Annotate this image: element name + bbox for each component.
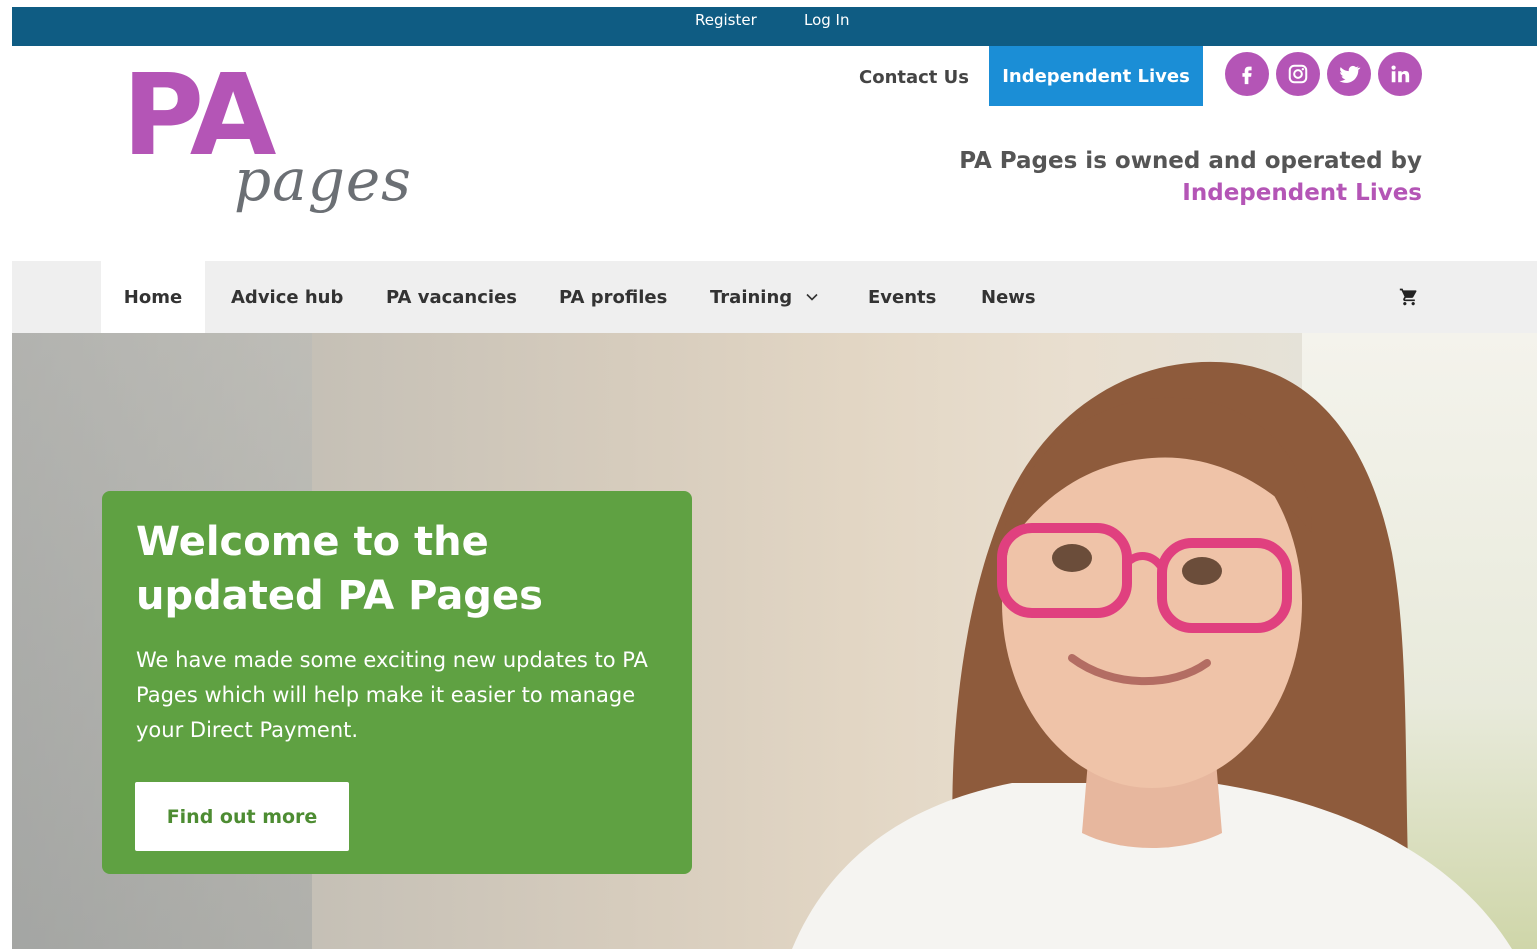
login-link[interactable]: Log In xyxy=(804,11,850,29)
hero-title: Welcome to the updated PA Pages xyxy=(136,519,543,619)
nav-item-news[interactable]: News xyxy=(981,261,1036,333)
top-bar: Register Log In xyxy=(12,7,1537,46)
nav-item-pa-vacancies[interactable]: PA vacancies xyxy=(386,261,517,333)
linkedin-icon[interactable] xyxy=(1378,52,1422,96)
register-link[interactable]: Register xyxy=(695,11,757,29)
nav-item-pa-profiles[interactable]: PA profiles xyxy=(559,261,667,333)
nav-item-home[interactable]: Home xyxy=(101,261,205,333)
twitter-icon[interactable] xyxy=(1327,52,1371,96)
instagram-icon[interactable] xyxy=(1276,52,1320,96)
ownership-org-link[interactable]: Independent Lives xyxy=(959,177,1422,209)
logo-pages-text: pages xyxy=(234,146,412,214)
cart-icon[interactable] xyxy=(1399,261,1419,333)
nav-item-advice-hub[interactable]: Advice hub xyxy=(231,261,343,333)
nav-item-events[interactable]: Events xyxy=(868,261,936,333)
hero-card: Welcome to the updated PA Pages We have … xyxy=(102,491,692,874)
hero-body: We have made some exciting new updates t… xyxy=(136,648,648,742)
ownership-statement: PA Pages is owned and operated by Indepe… xyxy=(959,145,1422,209)
site-logo[interactable]: PA pages xyxy=(122,60,422,245)
main-nav: Home Advice hub PA vacancies PA profiles… xyxy=(12,261,1537,333)
nav-item-training[interactable]: Training xyxy=(710,261,818,333)
chevron-down-icon xyxy=(806,293,818,301)
contact-us-link[interactable]: Contact Us xyxy=(859,67,969,88)
independent-lives-button[interactable]: Independent Lives xyxy=(989,46,1203,106)
facebook-icon[interactable] xyxy=(1225,52,1269,96)
nav-item-training-label: Training xyxy=(710,286,793,308)
find-out-more-button[interactable]: Find out more xyxy=(135,782,349,851)
ownership-text: PA Pages is owned and operated by xyxy=(959,148,1422,174)
